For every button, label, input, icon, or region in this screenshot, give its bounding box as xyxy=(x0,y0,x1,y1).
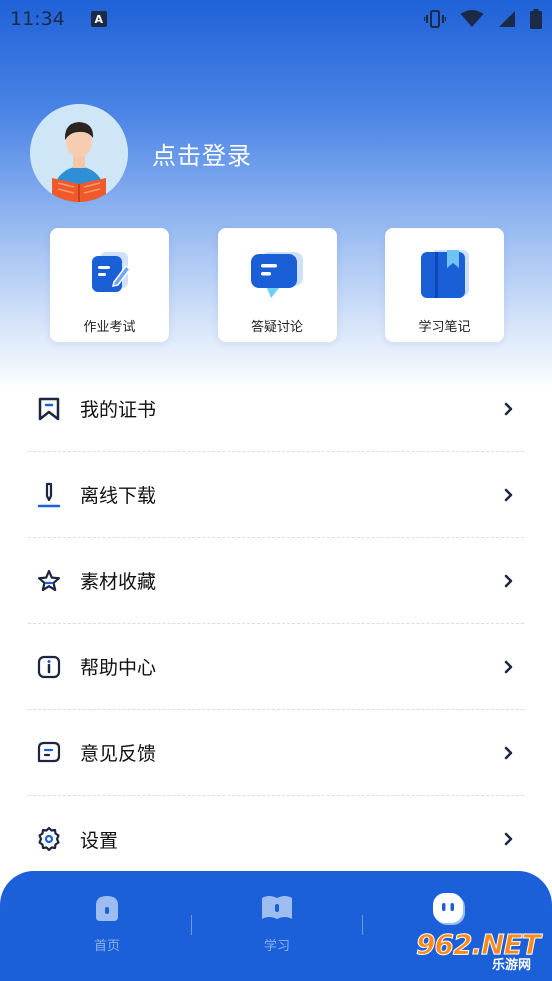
menu-label: 我的证书 xyxy=(80,399,157,421)
chevron-right-icon xyxy=(504,574,513,587)
signal-icon xyxy=(499,11,515,27)
status-bar: 11:34 A xyxy=(0,0,552,38)
menu-list: 我的证书 离线下载 素材收藏 帮助中心 意见反馈 设置 xyxy=(28,366,524,882)
nav-home-label: 首页 xyxy=(93,939,120,954)
chevron-right-icon xyxy=(504,402,513,415)
menu-label: 离线下载 xyxy=(80,485,157,507)
info-icon xyxy=(36,654,62,680)
homework-exam-label: 作业考试 xyxy=(83,320,136,335)
vibrate-icon xyxy=(424,10,446,28)
chevron-right-icon xyxy=(504,488,513,501)
menu-item-settings[interactable]: 设置 xyxy=(28,796,524,882)
watermark-logo: 962.NET 乐游网 xyxy=(414,928,548,978)
qa-discussion-card[interactable]: 答疑讨论 xyxy=(217,228,337,342)
nav-divider xyxy=(191,915,192,935)
homework-exam-card[interactable]: 作业考试 xyxy=(50,228,169,342)
menu-item-favorites[interactable]: 素材收藏 xyxy=(28,538,524,624)
menu-label: 帮助中心 xyxy=(80,657,157,679)
menu-item-feedback[interactable]: 意见反馈 xyxy=(28,710,524,796)
menu-label: 设置 xyxy=(80,829,119,852)
open-book-icon xyxy=(262,896,292,919)
menu-item-help-center[interactable]: 帮助中心 xyxy=(28,624,524,710)
login-link[interactable]: 点击登录 xyxy=(152,136,252,171)
menu-label: 意见反馈 xyxy=(80,743,157,765)
gear-icon xyxy=(36,826,62,852)
wifi-icon xyxy=(460,10,484,27)
menu-item-certificate[interactable]: 我的证书 xyxy=(28,366,524,452)
chevron-right-icon xyxy=(504,832,513,846)
notification-icon: A xyxy=(90,11,107,27)
nav-study-label: 学习 xyxy=(263,939,290,954)
mascot-face-icon xyxy=(433,893,465,925)
qa-discussion-icon xyxy=(247,246,307,302)
bookmark-icon xyxy=(36,396,62,422)
study-notes-label: 学习笔记 xyxy=(418,320,471,335)
nav-divider xyxy=(362,915,363,935)
chevron-right-icon xyxy=(504,746,513,759)
menu-item-offline-download[interactable]: 离线下载 xyxy=(28,452,524,538)
home-icon xyxy=(96,896,118,921)
quick-actions: 作业考试 答疑讨论 学习笔记 xyxy=(50,228,504,342)
feedback-icon xyxy=(36,740,62,766)
qa-discussion-label: 答疑讨论 xyxy=(250,320,303,335)
homework-exam-icon xyxy=(80,246,140,302)
nav-study[interactable]: 学习 xyxy=(217,893,337,954)
study-notes-card[interactable]: 学习笔记 xyxy=(385,228,504,342)
study-notes-icon xyxy=(415,246,475,302)
avatar[interactable] xyxy=(30,104,128,202)
status-icons xyxy=(424,9,542,29)
battery-icon xyxy=(530,9,542,29)
chevron-right-icon xyxy=(504,660,513,673)
avatar-reader-icon xyxy=(30,104,128,202)
menu-label: 素材收藏 xyxy=(80,571,157,593)
watermark-sub: 乐游网 xyxy=(492,958,532,973)
nav-home[interactable]: 首页 xyxy=(47,893,167,954)
star-icon xyxy=(36,568,62,594)
download-pen-icon xyxy=(36,482,62,508)
status-time: 11:34 xyxy=(10,8,65,30)
profile-login[interactable]: 点击登录 xyxy=(30,104,252,202)
